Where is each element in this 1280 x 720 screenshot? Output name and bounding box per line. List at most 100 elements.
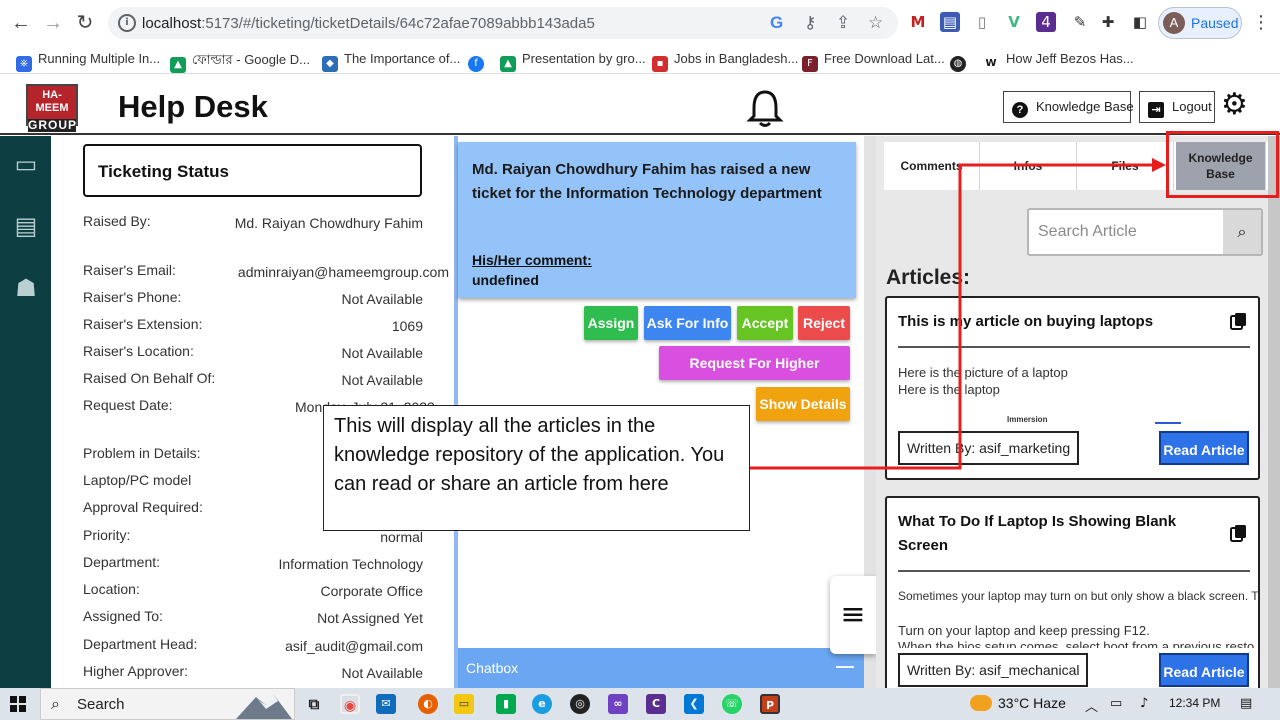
vscode-icon[interactable]: ❮ bbox=[684, 694, 704, 714]
copy-icon[interactable] bbox=[1230, 312, 1248, 330]
notification-bell-icon[interactable] bbox=[746, 88, 784, 128]
article-author: Written By: asif_mechanical bbox=[898, 653, 1089, 687]
read-article-button[interactable]: Read Article bbox=[1159, 431, 1249, 465]
search-icon[interactable]: ⌕ bbox=[1223, 210, 1261, 254]
tab-files[interactable]: Files bbox=[1077, 142, 1174, 190]
extension-badge: 4 bbox=[1041, 13, 1051, 31]
bookmark-star-icon[interactable]: ☆ bbox=[868, 13, 883, 33]
url-text[interactable]: localhost:5173/#/ticketing/ticketDetails… bbox=[142, 15, 595, 32]
bookmarks-bar: ⎈ Running Multiple In... ▲ ফোল্ডার - Googl… bbox=[0, 46, 1280, 74]
show-details-button[interactable]: Show Details bbox=[756, 387, 850, 421]
browser-toolbar: ← → ↻ i localhost:5173/#/ticketing/ticke… bbox=[0, 0, 1280, 46]
visual-studio-icon[interactable]: ∞ bbox=[608, 694, 628, 714]
bookmark-item[interactable]: ▲ Presentation by gro... bbox=[500, 51, 646, 72]
share-icon[interactable]: ⇪ bbox=[836, 13, 850, 33]
site-info-icon[interactable]: i bbox=[118, 14, 136, 32]
profile-button[interactable]: A Paused bbox=[1158, 7, 1242, 39]
file-explorer-icon[interactable]: ▭ bbox=[454, 694, 474, 714]
article-card: This is my article on buying laptops Her… bbox=[885, 296, 1260, 480]
globe-icon: ◍ bbox=[950, 56, 966, 72]
vue-devtools-icon[interactable]: V bbox=[1004, 12, 1024, 32]
windows-start-icon[interactable] bbox=[10, 696, 26, 712]
bookmark-item[interactable]: ⎈ Running Multiple In... bbox=[16, 51, 160, 72]
chevron-up-icon[interactable]: ︿ bbox=[1085, 696, 1098, 715]
facebook-icon: f bbox=[468, 56, 484, 72]
site-icon: ▪ bbox=[652, 56, 668, 72]
bookmark-item[interactable]: W How Jeff Bezos Has... bbox=[982, 51, 1134, 72]
side-panel-icon[interactable]: ◧ bbox=[1130, 12, 1150, 32]
task-view-icon[interactable]: ⧉ bbox=[304, 694, 324, 714]
article-card: What To Do If Laptop Is Showing Blank Sc… bbox=[885, 496, 1260, 696]
app-icon[interactable]: ▮ bbox=[496, 694, 516, 714]
knowledge-base-highlight bbox=[1166, 131, 1279, 198]
company-logo: HA-MEEM GROUP bbox=[26, 84, 78, 132]
assign-button[interactable]: Assign bbox=[584, 306, 638, 340]
taskbar-search[interactable]: ⌕ Search bbox=[40, 688, 295, 720]
forward-arrow-icon[interactable]: → bbox=[40, 10, 66, 36]
knowledge-base-button[interactable]: ? Knowledge Base bbox=[1003, 91, 1134, 123]
docs-extension-icon[interactable]: ▤ bbox=[940, 12, 960, 32]
mail-icon[interactable]: ✉ bbox=[376, 694, 396, 714]
google-translate-icon[interactable]: G bbox=[770, 13, 783, 33]
ask-for-info-button[interactable]: Ask For Info bbox=[644, 306, 731, 340]
hamburger-menu-icon[interactable]: ≡ bbox=[830, 576, 876, 654]
bookmark-item[interactable]: ◆ The Importance of... bbox=[322, 51, 460, 72]
chatbox-bar[interactable]: Chatbox — bbox=[458, 648, 864, 688]
firefox-icon[interactable]: ◐ bbox=[418, 694, 438, 714]
edge-icon[interactable]: e bbox=[532, 694, 552, 714]
back-arrow-icon[interactable]: ← bbox=[8, 10, 34, 36]
article-search: ⌕ bbox=[1027, 208, 1263, 256]
copy-icon[interactable] bbox=[1230, 524, 1248, 542]
search-article-input[interactable] bbox=[1029, 210, 1227, 254]
whatsapp-icon[interactable]: ☏ bbox=[722, 694, 742, 714]
extensions-puzzle-icon[interactable]: ✚ bbox=[1098, 12, 1118, 32]
knowledge-panel: Comments Infos Files Knowledge Base ⌕ Ar… bbox=[876, 136, 1268, 696]
volume-icon[interactable]: ♪ bbox=[1140, 696, 1148, 711]
fsf-icon: F bbox=[802, 56, 818, 72]
pen-extension-icon[interactable]: ✎ bbox=[1070, 12, 1090, 32]
right-scrollbar[interactable] bbox=[1268, 136, 1280, 688]
extension-with-badge-icon[interactable]: 4 bbox=[1036, 12, 1056, 32]
article-body: Sometimes your laptop may turn on but on… bbox=[898, 589, 1260, 603]
ticket-summary-card: Md. Raiyan Chowdhury Fahim has raised a … bbox=[458, 142, 856, 298]
clock[interactable]: 12:34 PM bbox=[1169, 696, 1220, 710]
taskbar-search-label: Search bbox=[77, 696, 125, 713]
request-higher-approval-button[interactable]: Request For Higher Approval bbox=[659, 346, 850, 405]
wsj-icon: W bbox=[982, 56, 1000, 72]
file-extension-icon[interactable]: ▯ bbox=[972, 12, 992, 32]
network-icon[interactable]: ▭ bbox=[1110, 696, 1122, 711]
address-bar[interactable]: i localhost:5173/#/ticketing/ticketDetai… bbox=[108, 7, 898, 39]
bookmark-item[interactable]: ▪ Jobs in Bangladesh... bbox=[652, 51, 798, 72]
team-icon[interactable]: ☗ bbox=[10, 272, 42, 304]
gmail-extension-icon[interactable]: M bbox=[908, 12, 928, 32]
bookmark-item[interactable]: f bbox=[468, 51, 490, 72]
mountain-icon bbox=[236, 695, 292, 719]
comment-label: His/Her comment: bbox=[472, 252, 592, 268]
notification-icon[interactable]: ▤ bbox=[1240, 696, 1252, 711]
powerpoint-icon[interactable]: P bbox=[760, 694, 780, 714]
chatbox-minimize-icon[interactable]: — bbox=[836, 656, 854, 677]
bookmark-item[interactable]: ◍ bbox=[950, 51, 972, 72]
bookmark-item[interactable]: F Free Download Lat... bbox=[802, 51, 945, 72]
logo-bottom-text: GROUP bbox=[28, 118, 78, 132]
weather-widget[interactable]: 33°C Haze bbox=[970, 695, 1066, 711]
article-image bbox=[1155, 422, 1181, 424]
tab-infos[interactable]: Infos bbox=[980, 142, 1077, 190]
bookmark-item[interactable]: ▲ ফোল্ডার - Google D... bbox=[170, 51, 310, 73]
reload-icon[interactable]: ↻ bbox=[72, 10, 98, 36]
logout-button[interactable]: ⇥ Logout bbox=[1139, 91, 1215, 123]
read-article-button[interactable]: Read Article bbox=[1159, 653, 1249, 687]
article-body: Turn on your laptop and keep pressing F1… bbox=[898, 623, 1150, 638]
tab-comments[interactable]: Comments bbox=[884, 142, 980, 190]
reject-button[interactable]: Reject bbox=[798, 306, 850, 340]
browser-menu-icon[interactable]: ⋮ bbox=[1252, 12, 1270, 33]
clipboard-icon[interactable]: ▤ bbox=[10, 210, 42, 242]
accept-button[interactable]: Accept bbox=[737, 306, 793, 340]
gear-icon[interactable]: ⚙ bbox=[1221, 89, 1248, 121]
key-icon[interactable]: ⚷ bbox=[804, 13, 816, 33]
site-icon: ◆ bbox=[322, 56, 338, 72]
chrome-icon[interactable]: ◉ bbox=[340, 694, 360, 714]
ticket-icon[interactable]: ▭ bbox=[10, 148, 42, 180]
app-icon[interactable]: C bbox=[646, 694, 666, 714]
app-icon[interactable]: ◎ bbox=[570, 694, 590, 714]
